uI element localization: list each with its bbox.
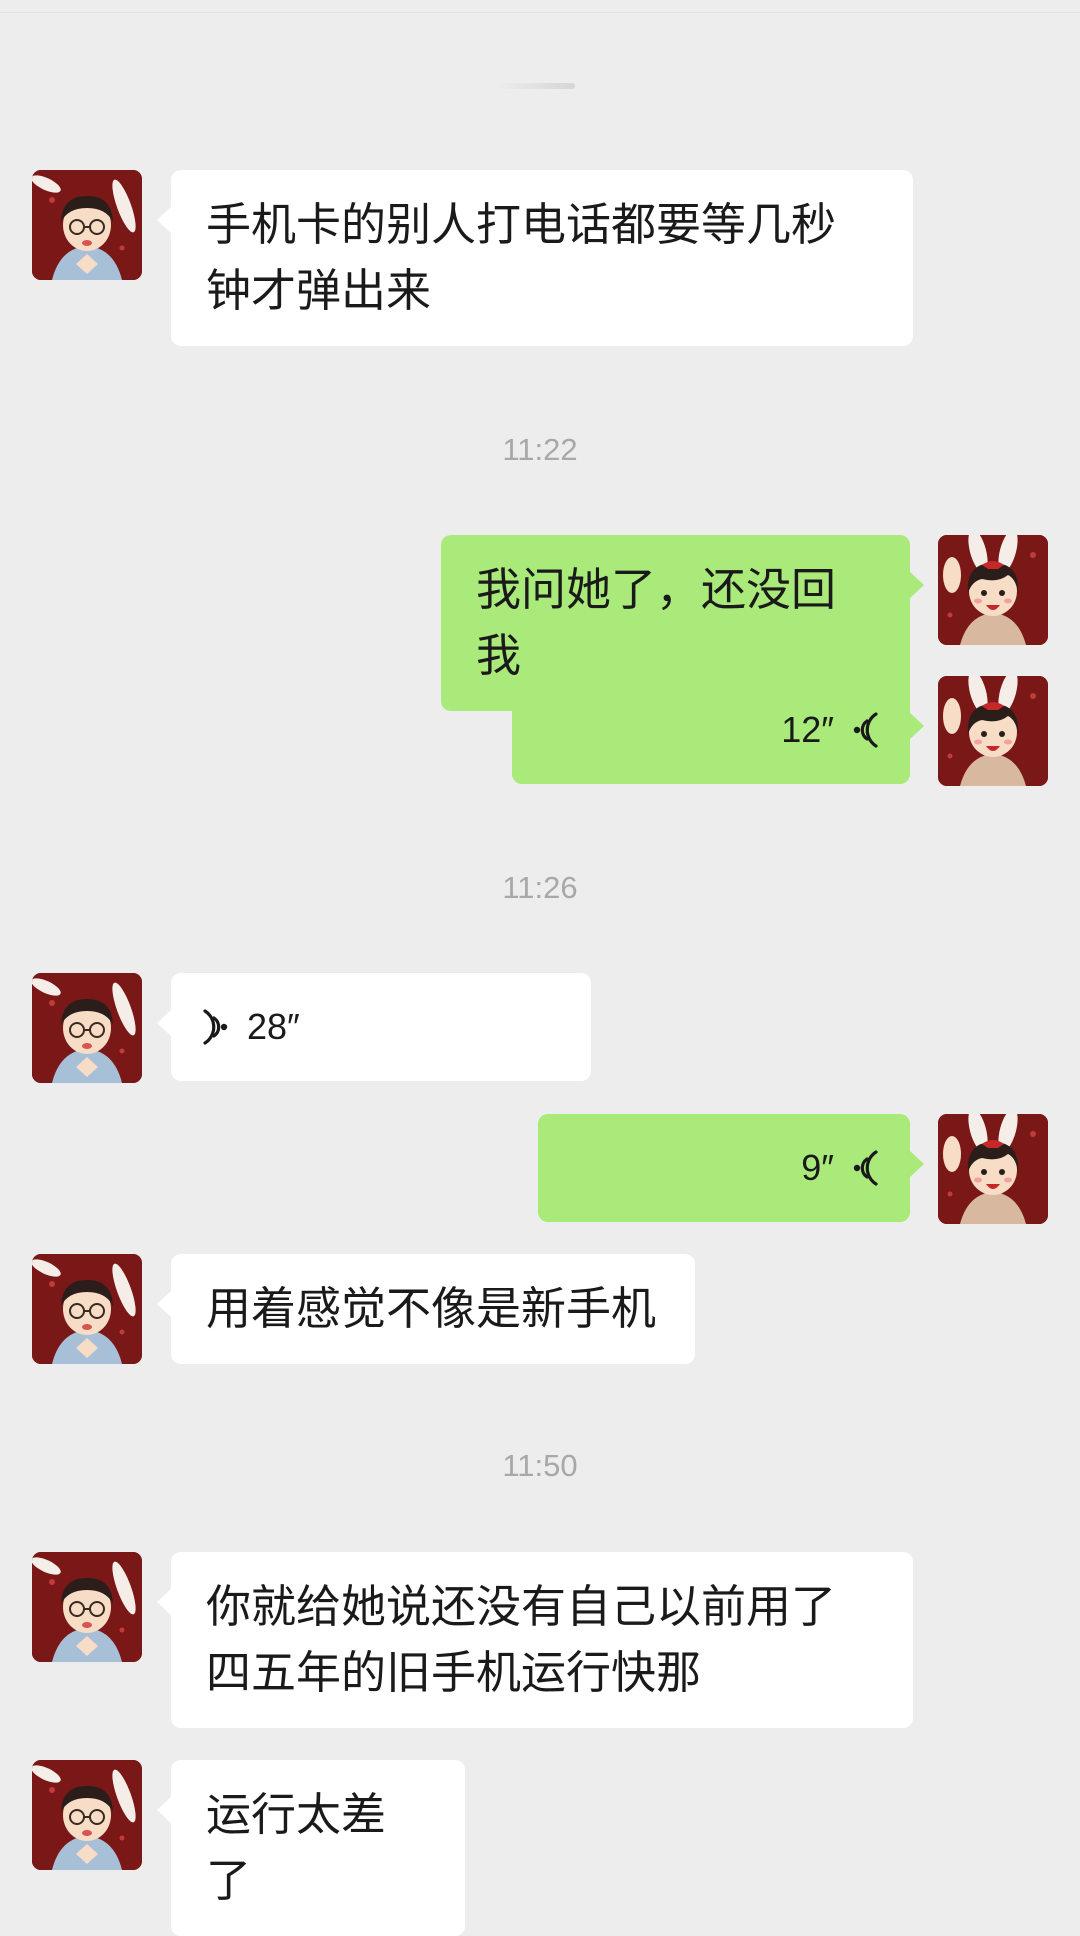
scroll-indicator	[495, 83, 575, 89]
message-text: 你就给她说还没有自己以前用了四五年的旧手机运行快那	[206, 1580, 837, 1699]
voice-waves-icon	[848, 710, 884, 750]
message-bubble-incoming[interactable]: 运行太差了	[157, 1760, 465, 1936]
message-bubble-incoming[interactable]: 用着感觉不像是新手机	[157, 1254, 695, 1364]
message-text: 运行太差了	[206, 1788, 387, 1907]
self-avatar-icon[interactable]	[938, 1114, 1048, 1224]
contact-avatar-icon[interactable]	[32, 170, 142, 280]
voice-waves-icon	[848, 1148, 884, 1188]
message-bubble-incoming[interactable]: 你就给她说还没有自己以前用了四五年的旧手机运行快那	[157, 1552, 913, 1728]
voice-message-outgoing[interactable]: 9″	[538, 1114, 924, 1222]
contact-avatar-icon[interactable]	[32, 1552, 142, 1662]
message-text: 手机卡的别人打电话都要等几秒钟才弹出来	[206, 198, 837, 317]
chat-area: 手机卡的别人打电话都要等几秒钟才弹出来 11:22 我问她了，还没回我 12″ …	[0, 0, 1080, 1936]
timestamp: 11:50	[502, 1448, 578, 1483]
self-avatar-icon[interactable]	[938, 535, 1048, 645]
voice-duration: 12″	[781, 709, 834, 750]
message-text: 我问她了，还没回我	[476, 563, 837, 682]
contact-avatar-icon[interactable]	[32, 1254, 142, 1364]
voice-duration: 28″	[247, 1006, 300, 1047]
voice-message-outgoing[interactable]: 12″	[512, 676, 924, 784]
voice-duration: 9″	[801, 1147, 834, 1188]
message-bubble-incoming[interactable]: 手机卡的别人打电话都要等几秒钟才弹出来	[157, 170, 913, 346]
top-divider	[0, 0, 1080, 13]
contact-avatar-icon[interactable]	[32, 1760, 142, 1870]
contact-avatar-icon[interactable]	[32, 973, 142, 1083]
self-avatar-icon[interactable]	[938, 676, 1048, 786]
voice-message-incoming[interactable]: 28″	[157, 973, 591, 1081]
timestamp: 11:26	[502, 870, 578, 905]
timestamp: 11:22	[502, 432, 578, 467]
voice-waves-icon	[197, 1007, 233, 1047]
message-text: 用着感觉不像是新手机	[206, 1282, 657, 1335]
